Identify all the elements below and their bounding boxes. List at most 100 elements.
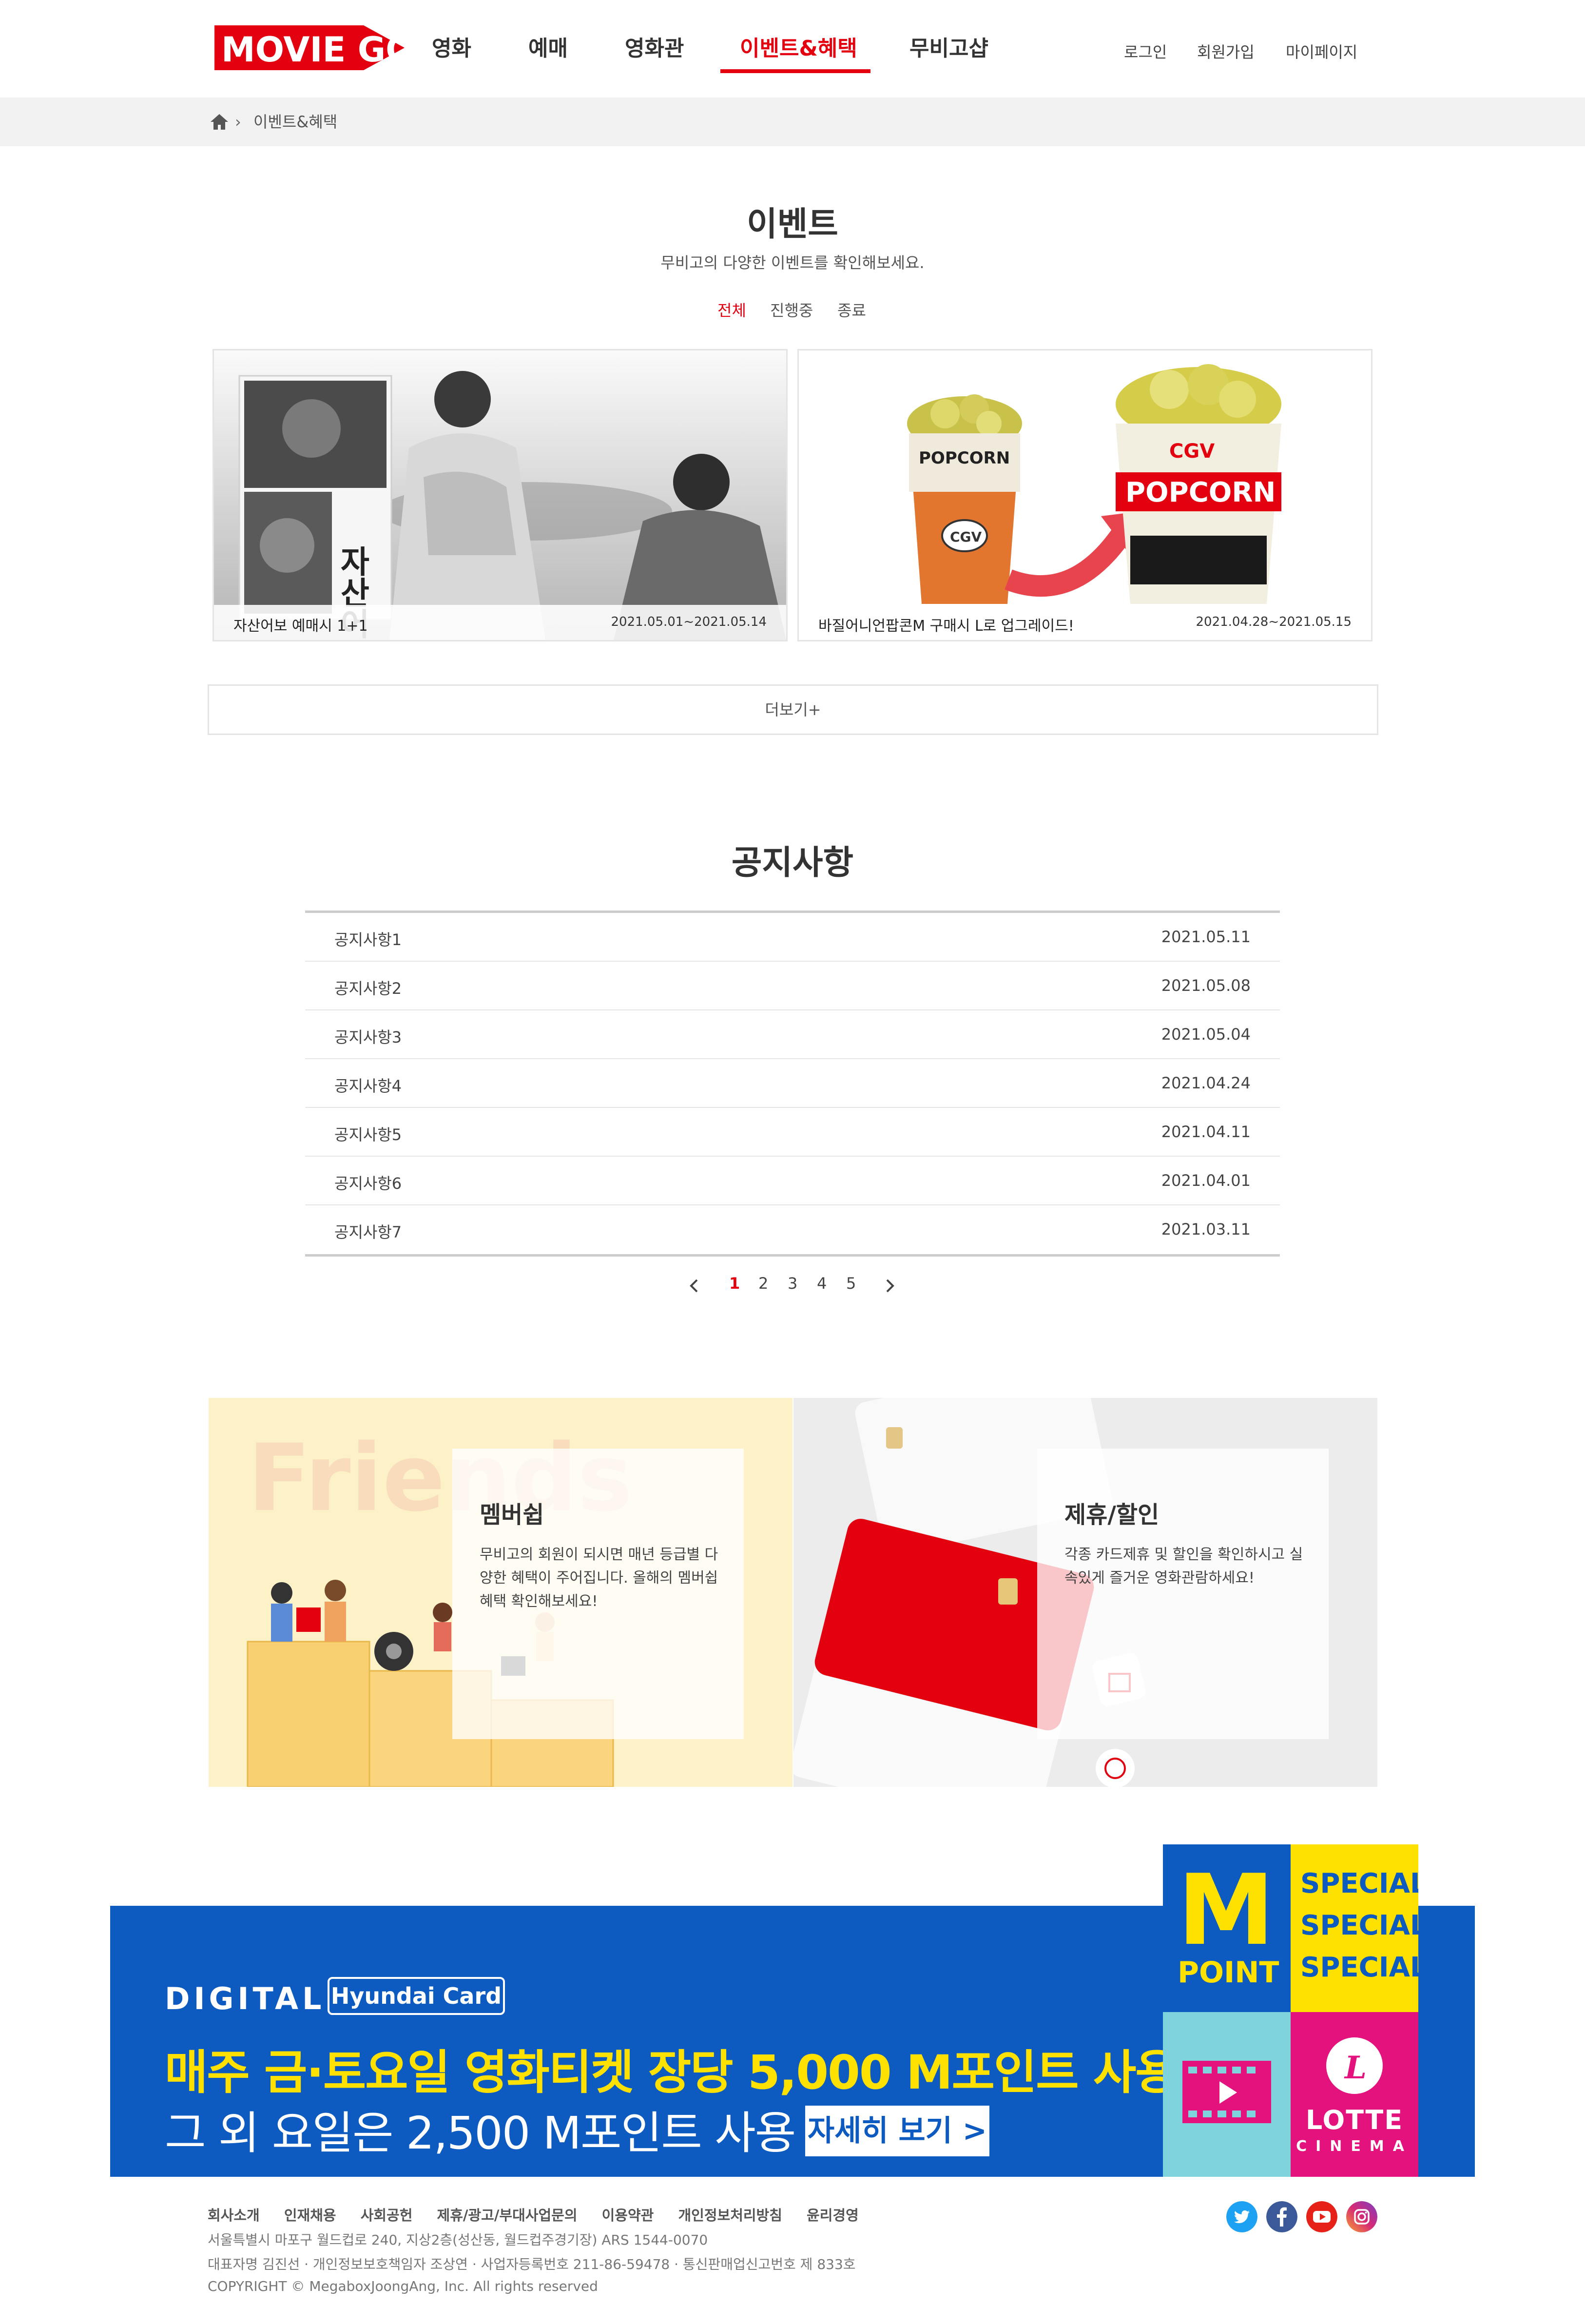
notice-date: 2021.04.24 [1161, 1074, 1251, 1092]
discount-promo[interactable]: 제휴/할인 각종 카드제휴 및 할인을 확인하시고 실속있게 즐거운 영화관람하… [793, 1398, 1377, 1787]
breadcrumb-current[interactable]: 이벤트&혜택 [253, 112, 337, 132]
footer-copyright: COPYRIGHT © MegaboxJoongAng, Inc. All ri… [208, 2278, 598, 2294]
notice-row[interactable]: 공지사항6 2021.04.01 [305, 1157, 1280, 1205]
page-2[interactable]: 2 [758, 1274, 768, 1293]
banner-digital: DIGITAL [165, 1981, 326, 2016]
footer-link-company[interactable]: 회사소개 [208, 2204, 260, 2225]
page-4[interactable]: 4 [817, 1274, 827, 1293]
small-cup-logo: CGV [950, 529, 982, 545]
twitter-icon[interactable] [1226, 2201, 1257, 2232]
notice-date: 2021.05.04 [1161, 1025, 1251, 1044]
nav-movie[interactable]: 영화 [432, 34, 471, 63]
notice-title: 공지사항2 [334, 979, 402, 998]
footer-address: 서울특별시 마포구 월드컵로 240, 지상2층(성산동, 월드컵주경기장) A… [208, 2232, 708, 2248]
banner-detail-button[interactable]: 자세히 보기 > [805, 2106, 989, 2156]
event-card-jasaneobo[interactable]: 자산어보 자산어보 예매시 1+1 2021.05.01~2021.05.14 [213, 349, 788, 641]
membership-promo[interactable]: Friends 멤버쉽 무비고의 회원이 되시면 매년 등급별 다양한 혜택이 … [209, 1398, 792, 1787]
chevron-right-icon[interactable] [883, 1278, 896, 1294]
filter-ended[interactable]: 종료 [837, 298, 866, 321]
notice-row[interactable]: 공지사항7 2021.03.11 [305, 1205, 1280, 1254]
hyundai-card-banner[interactable]: DIGITAL Hyundai Card 매주 금·토요일 영화티켓 장당 5,… [110, 1844, 1475, 2177]
membership-card: 멤버쉽 무비고의 회원이 되시면 매년 등급별 다양한 혜택이 주어집니다. 올… [452, 1449, 744, 1739]
notices-title: 공지사항 [731, 844, 854, 882]
big-cup-text: POPCORN [1125, 477, 1276, 508]
special-text: SPECIAL [1300, 1868, 1418, 1899]
nav-shop[interactable]: 무비고샵 [909, 34, 988, 63]
site-header: MOVIE GO 영화 예매 영화관 이벤트&혜택 무비고샵 로그인 회원가입 … [0, 0, 1585, 97]
notice-date: 2021.04.01 [1161, 1171, 1251, 1190]
page-1[interactable]: 1 [729, 1274, 740, 1293]
film-play-icon [1182, 2061, 1271, 2123]
more-events-button[interactable]: 더보기+ [208, 684, 1378, 735]
page-3[interactable]: 3 [788, 1274, 797, 1293]
notice-title: 공지사항4 [334, 1077, 402, 1095]
mypage-link[interactable]: 마이페이지 [1286, 40, 1357, 62]
events-title: 이벤트 [747, 205, 838, 244]
filter-all[interactable]: 전체 [717, 298, 746, 321]
event-date: 2021.05.01~2021.05.14 [611, 615, 767, 629]
footer-link-ethics[interactable]: 윤리경영 [807, 2204, 859, 2225]
discount-title: 제휴/할인 [1064, 1501, 1160, 1529]
signup-link[interactable]: 회원가입 [1197, 40, 1255, 62]
page-5[interactable]: 5 [846, 1274, 856, 1293]
popcorn-event-image: POPCORN CGV POPCORN CGV [799, 350, 1371, 640]
filter-ongoing[interactable]: 진행중 [770, 298, 813, 321]
banner-hyundai-card: Hyundai Card [328, 1977, 505, 2015]
m-point-letter: M [1178, 1854, 1275, 1967]
lotte-text: LOTTE [1305, 2105, 1404, 2135]
lotte-mark-letter: L [1344, 2050, 1367, 2086]
event-title: 바질어니언팝콘M 구매시 L로 업그레이드! [818, 618, 1074, 635]
nav-theater[interactable]: 영화관 [625, 34, 684, 63]
instagram-icon[interactable] [1346, 2201, 1377, 2232]
chevron-left-icon[interactable] [688, 1278, 701, 1294]
nav-booking[interactable]: 예매 [528, 34, 568, 63]
cinema-text: CINEMA [1296, 2138, 1413, 2155]
footer-business-info: 대표자명 김진선 · 개인정보보호책임자 조상연 · 사업자등록번호 211-8… [208, 2256, 856, 2272]
event-card-popcorn[interactable]: POPCORN CGV POPCORN CGV 바질어니언팝콘M 구매시 L로 … [797, 349, 1372, 641]
footer-link-terms[interactable]: 이용약관 [602, 2204, 654, 2225]
event-caption: 바질어니언팝콘M 구매시 L로 업그레이드! 2021.04.28~2021.0… [799, 605, 1371, 640]
event-title: 자산어보 예매시 1+1 [233, 618, 368, 635]
nav-events[interactable]: 이벤트&혜택 [740, 34, 857, 63]
event-date: 2021.04.28~2021.05.15 [1196, 615, 1352, 629]
notice-date: 2021.03.11 [1161, 1220, 1251, 1239]
home-icon[interactable] [210, 112, 229, 132]
login-link[interactable]: 로그인 [1124, 40, 1167, 62]
notice-date: 2021.05.11 [1161, 928, 1251, 946]
chevron-right-icon: › [235, 113, 241, 131]
banner-headline: 매주 금·토요일 영화티켓 장당 5,000 M포인트 사용 [165, 2045, 1179, 2100]
notice-row[interactable]: 공지사항2 2021.05.08 [305, 962, 1280, 1010]
film-tile [1163, 2012, 1291, 2177]
facebook-icon[interactable] [1266, 2201, 1297, 2232]
notice-title: 공지사항3 [334, 1028, 402, 1046]
logo-text: MOVIE GO [221, 30, 405, 70]
membership-desc: 무비고의 회원이 되시면 매년 등급별 다양한 혜택이 주어집니다. 올해의 멤… [480, 1546, 718, 1610]
membership-title: 멤버쉽 [480, 1501, 544, 1529]
notice-date: 2021.05.08 [1161, 976, 1251, 995]
footer-link-partnership[interactable]: 제휴/광고/부대사업문의 [437, 2204, 578, 2225]
m-point-label: POINT [1178, 1956, 1279, 1990]
notice-title: 공지사항1 [334, 930, 402, 949]
notice-title: 공지사항5 [334, 1125, 402, 1144]
notice-date: 2021.04.11 [1161, 1123, 1251, 1141]
notice-row[interactable]: 공지사항4 2021.04.24 [305, 1059, 1280, 1108]
notice-row[interactable]: 공지사항5 2021.04.11 [305, 1108, 1280, 1157]
m-point-tile: M POINT [1163, 1844, 1291, 2012]
youtube-icon[interactable] [1306, 2201, 1337, 2232]
lotte-cinema-tile: L LOTTE CINEMA [1291, 2012, 1418, 2177]
footer-link-social[interactable]: 사회공헌 [361, 2204, 413, 2225]
footer-link-privacy[interactable]: 개인정보처리방침 [678, 2204, 782, 2225]
notice-row[interactable]: 공지사항1 2021.05.11 [305, 913, 1280, 962]
movie-go-logo[interactable]: MOVIE GO [214, 22, 405, 73]
breadcrumb: › 이벤트&혜택 [0, 97, 1585, 146]
nav-active-indicator [720, 69, 870, 73]
footer-link-careers[interactable]: 인재채용 [284, 2204, 336, 2225]
discount-desc: 각종 카드제휴 및 할인을 확인하시고 실속있게 즐거운 영화관람하세요! [1064, 1546, 1303, 1587]
notice-row[interactable]: 공지사항3 2021.05.04 [305, 1010, 1280, 1059]
big-cup-logo: CGV [1169, 440, 1215, 463]
events-subtitle: 무비고의 다양한 이벤트를 확인해보세요. [660, 253, 925, 272]
event-caption: 자산어보 예매시 1+1 2021.05.01~2021.05.14 [214, 605, 786, 640]
small-cup-text: POPCORN [919, 448, 1010, 468]
discount-card: 제휴/할인 각종 카드제휴 및 할인을 확인하시고 실속있게 즐거운 영화관람하… [1037, 1449, 1329, 1739]
special-text: SPECIAL [1300, 1910, 1418, 1941]
